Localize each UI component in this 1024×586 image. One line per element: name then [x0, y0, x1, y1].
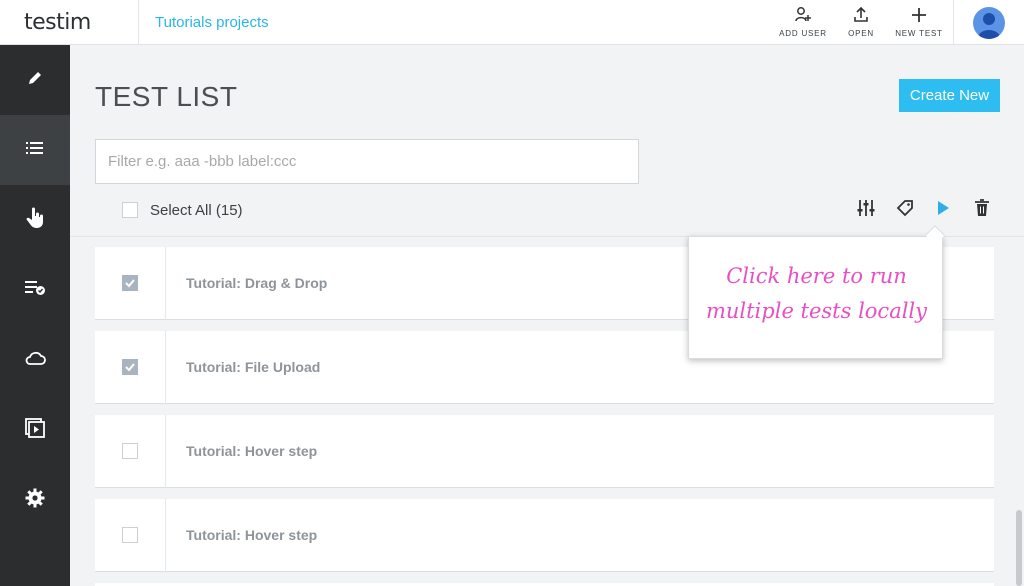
- plus-icon: [890, 6, 948, 24]
- checklist-icon: [24, 280, 46, 301]
- row-checkbox-cell: [95, 331, 166, 404]
- filter-input[interactable]: [95, 139, 639, 184]
- sidebar-item-steps[interactable]: [0, 185, 70, 255]
- row-checkbox-cell: [95, 415, 166, 488]
- tooltip-text: Click here to run multiple tests locally: [689, 259, 944, 329]
- project-name[interactable]: Tutorials projects: [155, 14, 269, 31]
- upload-icon: [832, 6, 890, 24]
- logo-text: testim: [24, 10, 91, 35]
- row-checkbox-cell: [95, 499, 166, 572]
- sidebar-item-editor[interactable]: [0, 45, 70, 115]
- scrollbar[interactable]: [1016, 510, 1022, 586]
- hand-pointer-icon: [26, 207, 44, 234]
- sidebar: [0, 45, 70, 586]
- logo[interactable]: testim: [0, 0, 139, 45]
- row-checkbox[interactable]: [122, 359, 138, 375]
- sidebar-item-recordings[interactable]: [0, 395, 70, 465]
- avatar[interactable]: [973, 7, 1005, 39]
- table-row[interactable]: Tutorial: Hover step: [95, 415, 994, 488]
- test-name[interactable]: Tutorial: Drag & Drop: [186, 275, 327, 291]
- row-checkbox[interactable]: [122, 443, 138, 459]
- pencil-icon: [26, 69, 44, 92]
- sidebar-item-test-list[interactable]: [0, 115, 70, 185]
- add-user-icon: [774, 6, 832, 24]
- tooltip-line-1: Click here to run: [726, 264, 907, 288]
- new-test-button[interactable]: NEW TEST: [890, 6, 948, 40]
- sidebar-item-runs[interactable]: [0, 255, 70, 325]
- header-divider: [953, 0, 954, 45]
- new-test-label: NEW TEST: [895, 29, 943, 38]
- list-icon: [25, 140, 45, 161]
- sidebar-item-settings[interactable]: [0, 465, 70, 535]
- add-user-label: ADD USER: [779, 29, 827, 38]
- row-checkbox-cell: [95, 247, 166, 320]
- run-button[interactable]: [932, 199, 954, 221]
- create-new-button[interactable]: Create New: [899, 79, 1000, 112]
- select-all-label: Select All (15): [150, 202, 243, 219]
- row-checkbox[interactable]: [122, 527, 138, 543]
- filter-sliders-button[interactable]: [855, 199, 877, 221]
- tag-icon: [896, 199, 914, 222]
- checkmark-icon: [125, 279, 135, 288]
- add-user-button[interactable]: ADD USER: [774, 6, 832, 40]
- cloud-icon: [24, 350, 46, 371]
- table-row[interactable]: Tutorial: Hover step: [95, 499, 994, 572]
- video-icon: [25, 417, 45, 443]
- sidebar-item-grids[interactable]: [0, 325, 70, 395]
- page-title: TEST LIST: [95, 81, 238, 112]
- label-button[interactable]: [894, 199, 916, 221]
- top-bar: testim Tutorials projects ADD USER OPEN …: [0, 0, 1024, 45]
- tooltip-line-2: multiple tests locally: [705, 299, 928, 323]
- sliders-icon: [857, 199, 875, 222]
- open-button[interactable]: OPEN: [832, 6, 890, 40]
- test-name[interactable]: Tutorial: Hover step: [186, 443, 317, 459]
- play-icon: [935, 200, 951, 221]
- test-name[interactable]: Tutorial: Hover step: [186, 527, 317, 543]
- test-name[interactable]: Tutorial: File Upload: [186, 359, 320, 375]
- run-tooltip: Click here to run multiple tests locally: [688, 236, 943, 359]
- gear-icon: [25, 488, 45, 513]
- trash-icon: [974, 198, 990, 222]
- checkmark-icon: [125, 363, 135, 372]
- open-label: OPEN: [848, 29, 874, 38]
- row-checkbox[interactable]: [122, 275, 138, 291]
- delete-button[interactable]: [971, 198, 993, 222]
- select-all-checkbox[interactable]: [122, 202, 138, 218]
